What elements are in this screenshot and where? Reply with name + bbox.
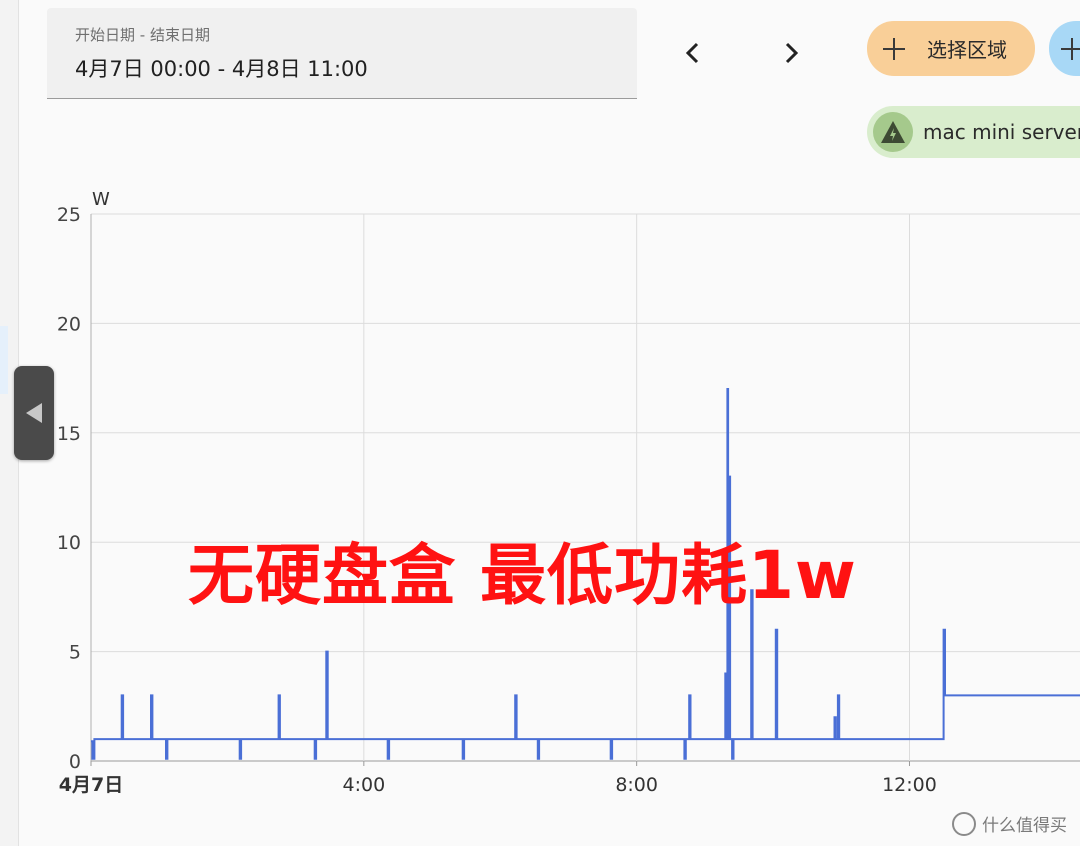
y-tick-label: 10 bbox=[57, 532, 81, 554]
y-tick-label: 15 bbox=[57, 423, 81, 445]
x-tick-label: 4月7日 bbox=[59, 774, 123, 796]
x-tick-label: 8:00 bbox=[615, 774, 658, 796]
y-tick-label: 5 bbox=[69, 642, 81, 664]
watermark-text: 什么值得买 bbox=[982, 816, 1067, 836]
y-tick-label: 20 bbox=[57, 313, 81, 335]
overlay-caption: 无硬盘盒 最低功耗1w bbox=[188, 537, 857, 614]
y-tick-label: 25 bbox=[57, 204, 81, 226]
power-chart[interactable]: 0 5 10 15 20 25 W 4月7日 4:00 8:00 12:00 bbox=[0, 0, 1080, 846]
watermark: 什么值得买 bbox=[952, 811, 1067, 836]
x-tick-label: 4:00 bbox=[342, 774, 385, 796]
y-tick-label: 0 bbox=[69, 751, 81, 773]
x-tick-label: 12:00 bbox=[882, 774, 937, 796]
watermark-logo-icon bbox=[952, 811, 976, 836]
y-axis-unit-label: W bbox=[92, 189, 110, 210]
